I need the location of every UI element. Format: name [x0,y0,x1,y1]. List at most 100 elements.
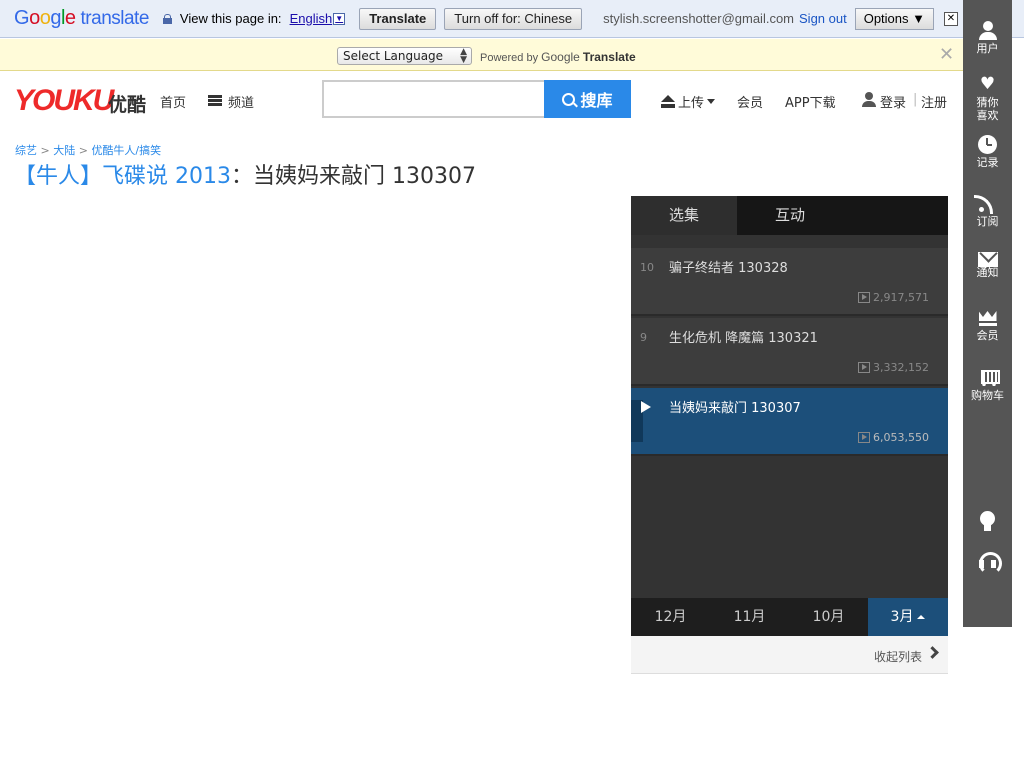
sidebar-label: 用户 [976,42,999,55]
user-icon [862,92,876,107]
sidebar-label: 会员 [976,329,999,342]
caret-up-icon [917,615,926,619]
sidebar-item-recommend[interactable]: ♥ 猜你 喜欢 [963,74,1012,122]
sidebar-item-history[interactable]: 记录 [963,135,1012,169]
play-count-icon [858,292,871,303]
view-count: 3,332,152 [873,361,929,374]
chevron-right-icon [926,646,939,659]
view-page-label: View this page in: [179,11,282,26]
logo-letter: g [50,7,61,29]
sidebar-item-notify[interactable]: 通知 [963,249,1012,279]
tab-episodes[interactable]: 选集 [631,196,737,235]
close-translate-bar-icon[interactable]: ✕ [944,11,958,26]
youku-logo[interactable]: YOUKU [14,84,114,118]
sign-out-link[interactable]: Sign out [799,11,847,26]
powered-by-google: Powered by Google Translate [480,50,636,64]
site-header: YOUKU 优酷 首页 频道 搜库 上传 会员 APP下载 登录 | 注册 [0,72,963,132]
month-tab-active[interactable]: 3月 [868,598,948,636]
breadcrumb-sep: > [78,144,88,157]
show-title-link[interactable]: 【牛人】飞碟说 2013 [14,164,231,189]
turn-off-button[interactable]: Turn off for: Chinese [444,7,583,30]
sidebar-item-user[interactable]: 用户 [963,20,1012,55]
month-tab[interactable]: 12月 [631,598,710,636]
breadcrumb: 综艺 > 大陆 > 优酷牛人/搞笑 [15,142,161,158]
sidebar-label: 订阅 [976,215,999,228]
breadcrumb-item[interactable]: 优酷牛人/搞笑 [91,144,161,157]
breadcrumb-item[interactable]: 大陆 [53,144,75,157]
lock-icon [162,13,172,24]
episode-item-current[interactable]: 当姨妈来敲门 130307 6,053,550 [631,388,948,456]
collapse-list-bar[interactable]: 收起列表 [631,636,948,674]
nav-home[interactable]: 首页 [160,92,186,111]
logo-letter: e [64,7,76,29]
month-tab[interactable]: 11月 [710,598,789,636]
translate-button[interactable]: Translate [359,7,437,30]
crown-icon [978,307,998,327]
google-translate-bar: Google translate View this page in: Engli… [0,0,1024,38]
sidebar-item-cart[interactable]: 购物车 [963,367,1012,402]
dropdown-arrow-icon[interactable]: ▼ [333,12,346,25]
episode-title: 生化危机 降魔篇 130321 [669,331,818,346]
select-language-value: Select Language [343,49,444,63]
register-link[interactable]: 注册 [921,92,947,111]
upload-icon [660,94,676,109]
select-language-dropdown[interactable]: Select Language ▲ ▼ [337,47,472,65]
logo-translate-word: translate [80,8,150,29]
language-strip: Select Language ▲ ▼ Powered by Google Tra… [0,39,963,71]
menu-icon[interactable] [208,95,222,106]
view-count: 6,053,550 [873,431,929,444]
youku-logo-cn[interactable]: 优酷 [108,90,146,117]
sidebar-label: 购物车 [971,389,1004,402]
episode-item[interactable]: 10 骗子终结者 130328 2,917,571 [631,248,948,316]
close-strip-icon[interactable]: ✕ [939,44,954,65]
search-button-label: 搜库 [580,91,613,110]
language-dropdown[interactable]: English ▼ [290,11,346,26]
episode-views: 6,053,550 [858,431,929,444]
sidebar-label: 记录 [976,156,999,169]
logo-letter: G [14,7,30,29]
sidebar-label: 通知 [976,266,999,279]
breadcrumb-sep: > [40,144,50,157]
episode-number: 9 [640,331,647,344]
select-arrows-icon: ▲ ▼ [460,47,467,65]
google-wordmark: Google [541,50,580,64]
google-translate-logo[interactable]: Google translate [14,7,149,30]
episode-number: 10 [640,261,654,274]
headset-icon[interactable] [978,551,1002,575]
nav-vip[interactable]: 会员 [737,92,763,111]
episode-item[interactable]: 9 生化危机 降魔篇 130321 3,332,152 [631,318,948,386]
month-tabs: 12月 11月 10月 3月 [631,598,948,636]
caret-down-icon [707,99,716,104]
sidebar-label: 猜你 喜欢 [976,96,999,122]
nav-app-download[interactable]: APP下载 [785,92,836,111]
play-count-icon [858,432,871,443]
collapse-list-label: 收起列表 [873,650,922,664]
upload-label: 上传 [678,96,705,111]
play-count-icon [858,362,871,373]
episode-title: 当姨妈来敲门 130307 [253,164,476,189]
cart-icon [978,367,1000,387]
sidebar-item-subscribe[interactable]: 订阅 [963,193,1012,228]
account-email: stylish.screenshotter@gmail.com [603,11,795,26]
right-sidebar: 用户 ♥ 猜你 喜欢 记录 订阅 通知 会员 购物车 [963,0,1012,627]
translate-wordmark: Translate [582,50,636,64]
logo-letter: o [29,7,40,29]
search-button[interactable]: 搜库 [544,80,631,118]
episode-views: 3,332,152 [858,361,929,374]
month-tab[interactable]: 10月 [789,598,868,636]
header-separator: | [913,92,918,107]
breadcrumb-item[interactable]: 综艺 [15,144,37,157]
nav-channels[interactable]: 频道 [228,92,254,111]
view-count: 2,917,571 [873,291,929,304]
playlist-tabs: 选集 互动 [631,196,948,235]
options-button[interactable]: Options ▼ [854,7,934,30]
page-title: 【牛人】飞碟说 2013：当姨妈来敲门 130307 [14,158,476,190]
lightbulb-icon[interactable] [979,511,996,533]
login-link[interactable]: 登录 [880,92,906,111]
upload-menu[interactable]: 上传 [660,92,716,111]
sidebar-item-vip[interactable]: 会员 [963,307,1012,342]
search-input[interactable] [322,80,544,118]
title-colon: ： [230,164,253,189]
tab-interact[interactable]: 互动 [737,196,843,235]
language-value: English [289,11,333,26]
